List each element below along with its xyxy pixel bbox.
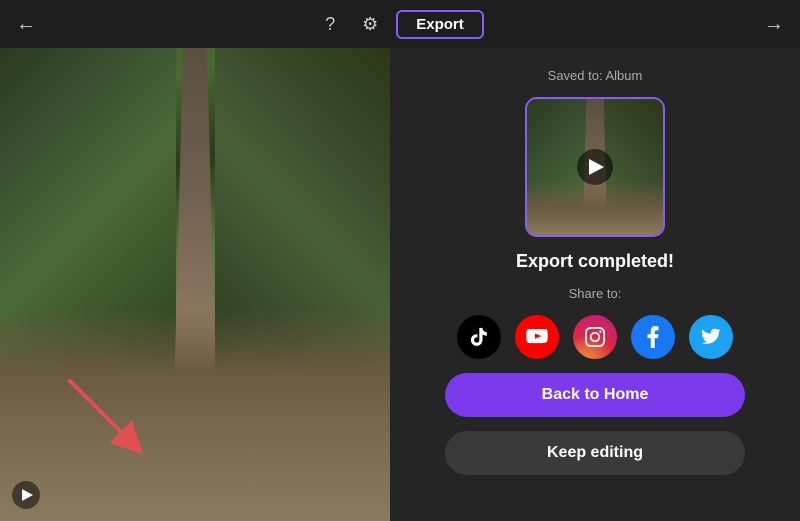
- export-thumbnail[interactable]: [525, 97, 665, 237]
- saved-label: Saved to: Album: [548, 68, 643, 83]
- back-to-home-button[interactable]: Back to Home: [445, 373, 745, 417]
- back-button[interactable]: ←: [16, 13, 36, 36]
- twitter-icon[interactable]: [689, 315, 733, 359]
- main-content: Saved to: Album Export completed! Share …: [0, 48, 800, 521]
- video-panel: [0, 48, 390, 521]
- video-play-button[interactable]: [12, 481, 40, 509]
- export-button[interactable]: Export: [396, 10, 484, 39]
- top-bar: ← ? ⚙ Export →: [0, 0, 800, 48]
- forward-icon[interactable]: →: [764, 13, 784, 36]
- export-done-label: Export completed!: [516, 251, 674, 272]
- thumbnail-play-button[interactable]: [577, 149, 613, 185]
- top-bar-center: ? ⚙ Export: [316, 10, 484, 39]
- top-bar-left: ←: [16, 13, 36, 36]
- social-row: [457, 315, 733, 359]
- youtube-icon[interactable]: [515, 315, 559, 359]
- help-icon[interactable]: ?: [316, 10, 344, 38]
- right-panel: Saved to: Album Export completed! Share …: [390, 48, 800, 521]
- video-preview: [0, 48, 390, 521]
- facebook-icon[interactable]: [631, 315, 675, 359]
- ground-overlay: [0, 308, 390, 521]
- tiktok-icon[interactable]: [457, 315, 501, 359]
- settings-icon[interactable]: ⚙: [356, 10, 384, 38]
- share-label: Share to:: [569, 286, 622, 301]
- keep-editing-button[interactable]: Keep editing: [445, 431, 745, 475]
- instagram-icon[interactable]: [573, 315, 617, 359]
- thumb-ground: [527, 181, 663, 235]
